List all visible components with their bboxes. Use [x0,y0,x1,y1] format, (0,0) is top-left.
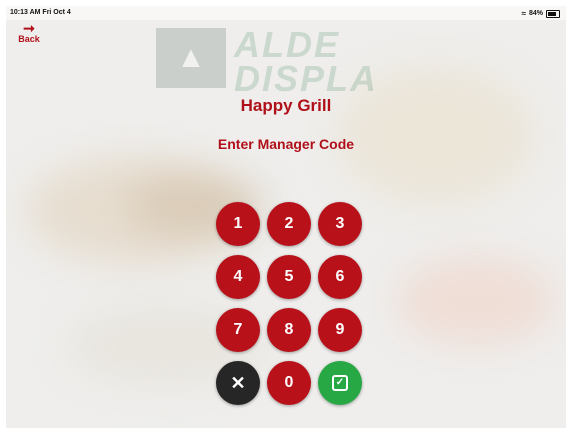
wifi-icon: ≈ [521,9,526,18]
key-8[interactable]: 8 [267,308,311,352]
key-2[interactable]: 2 [267,202,311,246]
manager-code-prompt: Enter Manager Code [217,136,355,152]
back-label: Back [18,34,40,44]
pin-screen: 10:13 AM Fri Oct 4 ≈ 84% ➞ Back ▲ ALDE D… [6,6,566,428]
confirm-button[interactable]: ✓ [318,361,362,405]
key-7[interactable]: 7 [216,308,260,352]
key-1[interactable]: 1 [216,202,260,246]
watermark-logo: ▲ ALDE DISPLA [156,24,379,99]
key-5[interactable]: 5 [267,255,311,299]
key-3[interactable]: 3 [318,202,362,246]
battery-icon [546,9,560,18]
check-icon: ✓ [332,375,348,391]
battery-percent: 84% [528,10,543,17]
pin-keypad: 1 2 3 4 5 6 7 8 9 ✕ 0 ✓ [216,202,362,405]
arrow-right-icon: ➞ [23,20,35,36]
back-button[interactable]: ➞ Back [14,20,44,44]
watermark-line2: DISPLA [234,58,379,99]
watermark-line1: ALDE [234,24,340,65]
restaurant-title: Happy Grill [240,96,332,115]
key-6[interactable]: 6 [318,255,362,299]
status-bar: 10:13 AM Fri Oct 4 ≈ 84% [6,6,566,20]
close-icon: ✕ [230,372,246,393]
status-time: 10:13 AM Fri Oct 4 [10,9,71,16]
key-0[interactable]: 0 [267,361,311,405]
clear-button[interactable]: ✕ [216,361,260,405]
key-9[interactable]: 9 [318,308,362,352]
status-indicators: ≈ 84% [522,9,560,18]
logo-icon: ▲ [156,28,226,88]
key-4[interactable]: 4 [216,255,260,299]
background-blur [396,256,556,346]
